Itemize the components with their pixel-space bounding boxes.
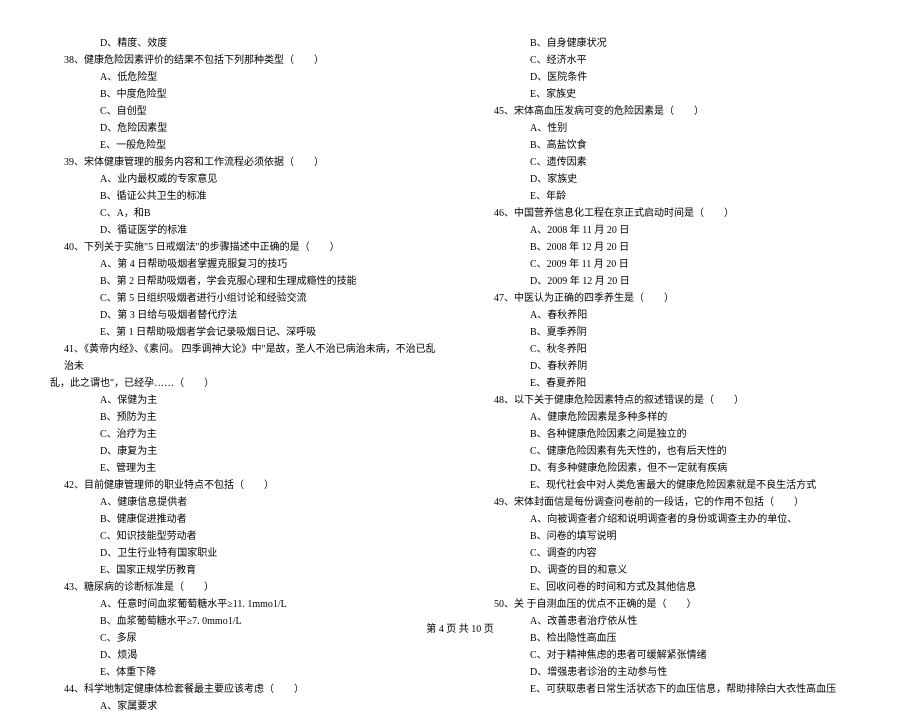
option-text: D、康复为主 [50, 443, 440, 460]
option-text: E、一般危险型 [50, 137, 440, 154]
option-text: E、可获取患者日常生活状态下的血压信息，帮助排除白大衣性高血压 [480, 681, 870, 698]
option-text: B、健康促进推动者 [50, 511, 440, 528]
question-stem: 50、关 于自测血压的优点不正确的是（ ） [480, 596, 870, 613]
option-text: D、循证医学的标准 [50, 222, 440, 239]
option-text: E、回收问卷的时间和方式及其他信息 [480, 579, 870, 596]
option-text: A、保健为主 [50, 392, 440, 409]
option-text: A、业内最权威的专家意见 [50, 171, 440, 188]
option-text: E、第 1 日帮助吸烟者学会记录吸烟日记、深呼吸 [50, 324, 440, 341]
page-footer: 第 4 页 共 10 页 [0, 620, 920, 635]
option-text: C、第 5 日组织吸烟者进行小组讨论和经验交流 [50, 290, 440, 307]
option-text: A、2008 年 11 月 20 日 [480, 222, 870, 239]
question-stem-line2: 乱，此之谓也"，已经孕……（ ） [50, 375, 440, 392]
option-text: B、夏季养阴 [480, 324, 870, 341]
question-stem: 43、糖尿病的诊断标准是（ ） [50, 579, 440, 596]
option-text: E、国家正规学历教育 [50, 562, 440, 579]
option-text: D、2009 年 12 月 20 日 [480, 273, 870, 290]
option-text: D、精度、效度 [50, 35, 440, 52]
question-stem: 47、中医认为正确的四季养生是（ ） [480, 290, 870, 307]
question-stem: 39、宋体健康管理的服务内容和工作流程必须依据（ ） [50, 154, 440, 171]
option-text: E、管理为主 [50, 460, 440, 477]
option-text: A、第 4 日帮助吸烟者掌握克服复习的技巧 [50, 256, 440, 273]
question-stem: 38、健康危险因素评价的结果不包括下列那种类型（ ） [50, 52, 440, 69]
column-left: D、精度、效度 38、健康危险因素评价的结果不包括下列那种类型（ ） A、低危险… [50, 35, 440, 715]
option-text: C、A，和B [50, 205, 440, 222]
option-text: C、秋冬养阳 [480, 341, 870, 358]
question-stem-line1: 41、《黄帝内经》、《素问。 四季调神大论》中"是故，圣人不治已病治未病，不治已… [50, 341, 440, 375]
question-stem: 48、以下关于健康危险因素特点的叙述错误的是（ ） [480, 392, 870, 409]
option-text: D、危险因素型 [50, 120, 440, 137]
option-text: E、体重下降 [50, 664, 440, 681]
question-stem: 44、科学地制定健康体检套餐最主要应该考虑（ ） [50, 681, 440, 698]
option-text: A、任意时间血浆葡萄糖水平≥11. 1mmo1/L [50, 596, 440, 613]
option-text: D、春秋养阴 [480, 358, 870, 375]
option-text: A、低危险型 [50, 69, 440, 86]
option-text: B、第 2 日帮助吸烟者，学会克服心理和生理成瘾性的技能 [50, 273, 440, 290]
option-text: B、预防为主 [50, 409, 440, 426]
option-text: E、春夏养阳 [480, 375, 870, 392]
option-text: C、2009 年 11 月 20 日 [480, 256, 870, 273]
option-text: C、经济水平 [480, 52, 870, 69]
option-text: C、治疗为主 [50, 426, 440, 443]
option-text: B、高盐饮食 [480, 137, 870, 154]
option-text: D、卫生行业特有国家职业 [50, 545, 440, 562]
option-text: B、循证公共卫生的标准 [50, 188, 440, 205]
option-text: E、现代社会中对人类危害最大的健康危险因素就是不良生活方式 [480, 477, 870, 494]
option-text: C、调查的内容 [480, 545, 870, 562]
option-text: C、自创型 [50, 103, 440, 120]
question-stem: 45、宋体高血压发病可变的危险因素是（ ） [480, 103, 870, 120]
option-text: A、性别 [480, 120, 870, 137]
option-text: A、家属要求 [50, 698, 440, 715]
option-text: D、第 3 日给与吸烟者替代疗法 [50, 307, 440, 324]
option-text: E、家族史 [480, 86, 870, 103]
option-text: D、有多种健康危险因素，但不一定就有疾病 [480, 460, 870, 477]
option-text: A、向被调查者介绍和说明调查者的身份或调查主办的单位、 [480, 511, 870, 528]
option-text: C、健康危险因素有先天性的，也有后天性的 [480, 443, 870, 460]
option-text: B、中度危险型 [50, 86, 440, 103]
question-stem: 42、目前健康管理师的职业特点不包括（ ） [50, 477, 440, 494]
option-text: E、年龄 [480, 188, 870, 205]
option-text: A、春秋养阳 [480, 307, 870, 324]
option-text: C、知识技能型劳动者 [50, 528, 440, 545]
option-text: D、调查的目的和意义 [480, 562, 870, 579]
question-stem: 46、中国营养信息化工程在京正式启动时间是（ ） [480, 205, 870, 222]
option-text: B、自身健康状况 [480, 35, 870, 52]
option-text: D、增强患者诊治的主动参与性 [480, 664, 870, 681]
question-stem: 40、下列关于实施"5 日戒烟法"的步骤描述中正确的是（ ） [50, 239, 440, 256]
option-text: B、问卷的填写说明 [480, 528, 870, 545]
option-text: A、健康信息提供者 [50, 494, 440, 511]
option-text: C、遗传因素 [480, 154, 870, 171]
column-right: B、自身健康状况 C、经济水平 D、医院条件 E、家族史 45、宋体高血压发病可… [480, 35, 870, 715]
option-text: D、医院条件 [480, 69, 870, 86]
question-stem: 49、宋体封面信是每份调查问卷前的一段话，它的作用不包括（ ） [480, 494, 870, 511]
option-text: D、家族史 [480, 171, 870, 188]
option-text: A、健康危险因素是多种多样的 [480, 409, 870, 426]
option-text: B、2008 年 12 月 20 日 [480, 239, 870, 256]
option-text: B、各种健康危险因素之间是独立的 [480, 426, 870, 443]
